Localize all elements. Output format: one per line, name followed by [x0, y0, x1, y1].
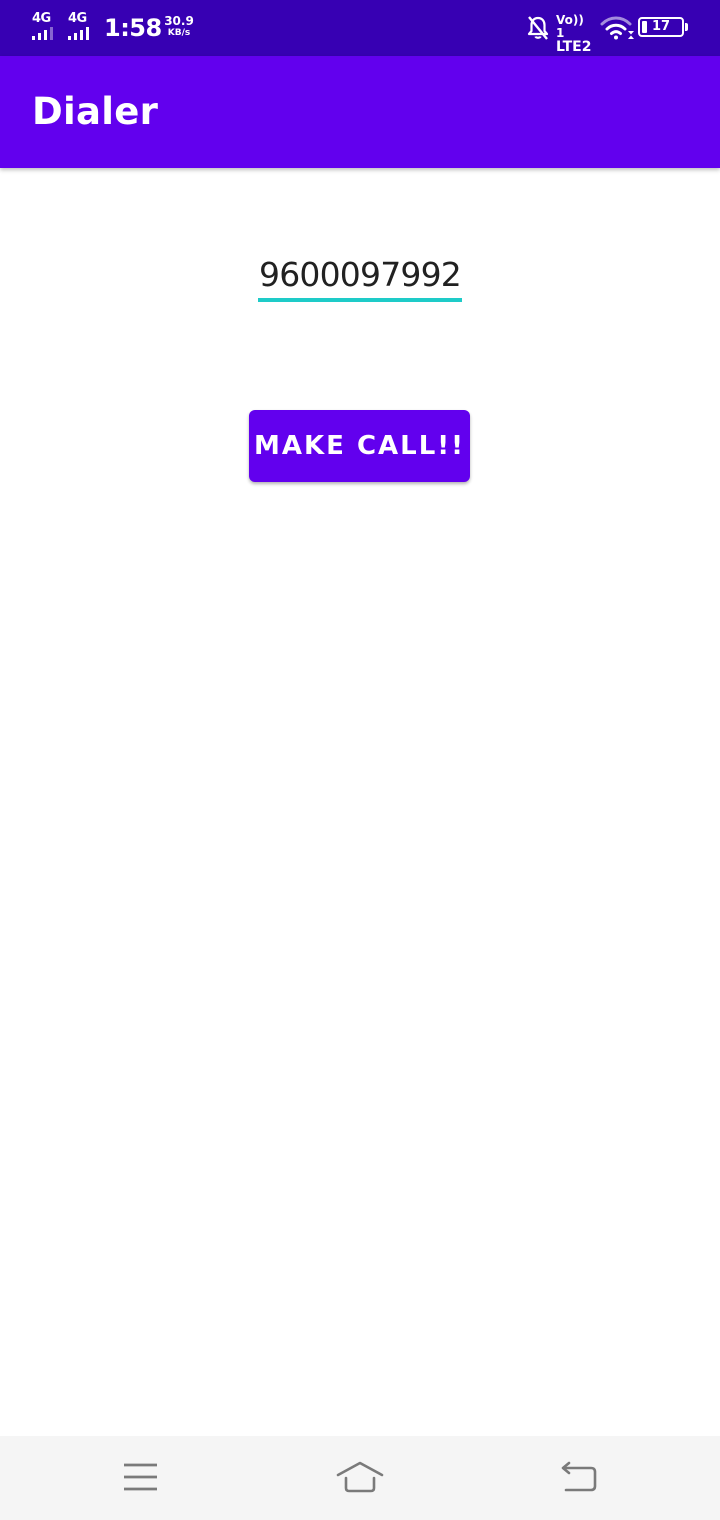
phone-number-input[interactable]: [258, 250, 462, 302]
sim1-signal: 4G: [30, 12, 60, 40]
back-icon: [561, 1461, 597, 1492]
lte-label: LTE2: [556, 39, 592, 55]
app-title: Dialer: [32, 90, 159, 133]
volte-label: Vo)) 1: [556, 13, 584, 40]
menu-icon: [124, 1463, 157, 1491]
home-button[interactable]: [336, 1456, 384, 1500]
make-call-button[interactable]: MAKE CALL!!: [249, 410, 470, 482]
recent-apps-button[interactable]: [117, 1456, 165, 1500]
network-type-label: 4G: [32, 11, 51, 26]
battery-icon: 17: [638, 17, 688, 37]
back-button[interactable]: [555, 1456, 603, 1500]
sim2-signal: 4G: [66, 12, 96, 40]
volte-indicator: Vo)) 1 LTE2: [556, 14, 596, 55]
battery-level: 17: [651, 19, 671, 34]
screen: 4G 4G 1:58 30.9 KB/s Vo)) 1 LTE2 17 Dial…: [0, 0, 720, 1520]
clock: 1:58: [104, 14, 162, 42]
status-bar: 4G 4G 1:58 30.9 KB/s Vo)) 1 LTE2 17: [0, 0, 720, 56]
signal-bars-icon: [32, 27, 53, 40]
navigation-bar: [0, 1436, 720, 1520]
app-bar: Dialer: [0, 56, 720, 168]
wifi-icon: [600, 16, 634, 40]
network-speed-unit: KB/s: [167, 28, 191, 38]
notifications-off-icon: [527, 16, 549, 40]
network-type-label: 4G: [68, 11, 87, 26]
network-speed: 30.9 KB/s: [164, 14, 194, 39]
network-speed-value: 30.9: [164, 14, 194, 28]
home-icon: [336, 1461, 384, 1493]
signal-bars-icon: [68, 27, 89, 40]
